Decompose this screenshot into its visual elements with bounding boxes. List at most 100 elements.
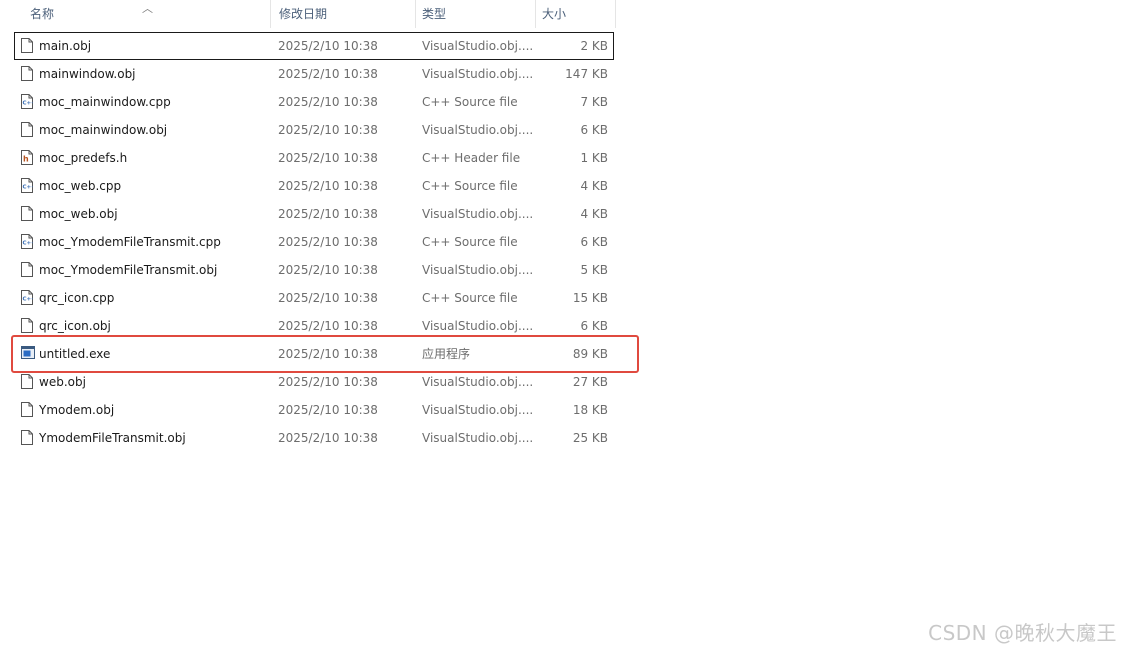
file-row[interactable]: C++ moc_YmodemFileTransmit.cpp 2025/2/10 1…: [14, 228, 614, 256]
file-type: 应用程序: [422, 347, 471, 361]
column-header-date-label: 修改日期: [279, 7, 328, 21]
svg-text:C++: C++: [23, 241, 34, 247]
file-name: YmodemFileTransmit.obj: [39, 431, 186, 445]
file-modified-date: 2025/2/10 10:38: [278, 123, 378, 137]
blank-file-icon: [21, 262, 33, 277]
blank-file-icon: [21, 318, 33, 333]
file-size: 2 KB: [580, 39, 608, 53]
cpp-file-icon: C++: [21, 234, 33, 249]
file-modified-date: 2025/2/10 10:38: [278, 95, 378, 109]
svg-text:C++: C++: [23, 297, 34, 303]
file-size: 7 KB: [580, 95, 608, 109]
file-type: VisualStudio.obj....: [422, 403, 534, 417]
file-name: moc_mainwindow.obj: [39, 123, 168, 137]
file-modified-date: 2025/2/10 10:38: [278, 39, 378, 53]
file-name: moc_YmodemFileTransmit.cpp: [39, 235, 221, 249]
file-size: 6 KB: [580, 319, 608, 333]
file-size: 89 KB: [572, 347, 608, 361]
exe-file-icon: [21, 346, 35, 361]
file-name: moc_YmodemFileTransmit.obj: [39, 263, 218, 277]
column-header-bar: 名称 ︿ 修改日期 类型 大小: [0, 0, 616, 28]
file-row[interactable]: C++ qrc_icon.cpp 2025/2/10 10:38 C++ Source…: [14, 284, 614, 312]
file-size: 5 KB: [580, 263, 608, 277]
file-name: Ymodem.obj: [39, 403, 115, 417]
file-type: VisualStudio.obj....: [422, 123, 534, 137]
file-size: 4 KB: [580, 207, 608, 221]
file-row[interactable]: untitled.exe 2025/2/10 10:38 应用程序 89 KB: [14, 340, 614, 368]
blank-file-icon: [21, 122, 33, 137]
file-size: 15 KB: [572, 291, 608, 305]
file-name: moc_web.cpp: [39, 179, 122, 193]
file-row[interactable]: moc_web.obj 2025/2/10 10:38 VisualStudio.o…: [14, 200, 614, 228]
cpp-file-icon: C++: [21, 94, 33, 109]
file-row[interactable]: Ymodem.obj 2025/2/10 10:38 VisualStudio.ob…: [14, 396, 614, 424]
file-row[interactable]: C++ moc_mainwindow.cpp 2025/2/10 10:38 C++ …: [14, 88, 614, 116]
file-modified-date: 2025/2/10 10:38: [278, 207, 378, 221]
file-size: 6 KB: [580, 123, 608, 137]
header-file-icon: h: [21, 150, 33, 165]
file-type: VisualStudio.obj....: [422, 39, 534, 53]
file-modified-date: 2025/2/10 10:38: [278, 347, 378, 361]
column-header-type-label: 类型: [422, 7, 447, 21]
file-modified-date: 2025/2/10 10:38: [278, 431, 378, 445]
file-type: C++ Source file: [422, 291, 518, 305]
svg-text:h: h: [23, 155, 29, 164]
file-modified-date: 2025/2/10 10:38: [278, 263, 378, 277]
file-modified-date: 2025/2/10 10:38: [278, 151, 378, 165]
file-row[interactable]: moc_mainwindow.obj 2025/2/10 10:38 VisualS…: [14, 116, 614, 144]
file-row[interactable]: YmodemFileTransmit.obj 2025/2/10 10:38 Vis…: [14, 424, 614, 452]
column-header-size[interactable]: 大小: [535, 0, 616, 28]
file-modified-date: 2025/2/10 10:38: [278, 375, 378, 389]
file-type: VisualStudio.obj....: [422, 263, 534, 277]
blank-file-icon: [21, 430, 33, 445]
sort-ascending-icon: ︿: [142, 2, 153, 15]
file-name: untitled.exe: [39, 347, 111, 361]
file-modified-date: 2025/2/10 10:38: [278, 235, 378, 249]
column-header-name-label: 名称: [30, 7, 55, 21]
svg-text:C++: C++: [23, 185, 34, 191]
file-modified-date: 2025/2/10 10:38: [278, 291, 378, 305]
file-name: qrc_icon.cpp: [39, 291, 115, 305]
file-row[interactable]: mainwindow.obj 2025/2/10 10:38 VisualStudi…: [14, 60, 614, 88]
file-size: 1 KB: [580, 151, 608, 165]
file-row[interactable]: web.obj 2025/2/10 10:38 VisualStudio.obj..…: [14, 368, 614, 396]
file-name: web.obj: [39, 375, 86, 389]
column-header-name[interactable]: 名称 ︿: [0, 0, 270, 28]
file-row[interactable]: h moc_predefs.h 2025/2/10 10:38 C++ Header …: [14, 144, 614, 172]
blank-file-icon: [21, 38, 33, 53]
file-type: VisualStudio.obj....: [422, 431, 534, 445]
file-row[interactable]: C++ moc_web.cpp 2025/2/10 10:38 C++ Source …: [14, 172, 614, 200]
blank-file-icon: [21, 206, 33, 221]
file-modified-date: 2025/2/10 10:38: [278, 319, 378, 333]
svg-text:C++: C++: [23, 101, 34, 107]
file-type: C++ Header file: [422, 151, 521, 165]
file-size: 18 KB: [572, 403, 608, 417]
file-type: C++ Source file: [422, 95, 518, 109]
file-name: moc_predefs.h: [39, 151, 128, 165]
file-row[interactable]: qrc_icon.obj 2025/2/10 10:38 VisualStudio.…: [14, 312, 614, 340]
blank-file-icon: [21, 402, 33, 417]
file-name: moc_mainwindow.cpp: [39, 95, 171, 109]
file-type: C++ Source file: [422, 179, 518, 193]
file-modified-date: 2025/2/10 10:38: [278, 403, 378, 417]
file-name: qrc_icon.obj: [39, 319, 111, 333]
file-size: 25 KB: [572, 431, 608, 445]
file-row[interactable]: main.obj 2025/2/10 10:38 VisualStudio.obj.…: [14, 32, 614, 60]
column-header-size-label: 大小: [542, 7, 567, 21]
column-header-type[interactable]: 类型: [415, 0, 535, 28]
file-row[interactable]: moc_YmodemFileTransmit.obj 2025/2/10 10:3…: [14, 256, 614, 284]
cpp-file-icon: C++: [21, 178, 33, 193]
file-name: main.obj: [39, 39, 92, 53]
file-size: 4 KB: [580, 179, 608, 193]
file-size: 6 KB: [580, 235, 608, 249]
file-modified-date: 2025/2/10 10:38: [278, 67, 378, 81]
column-header-date[interactable]: 修改日期: [270, 0, 415, 28]
file-size: 147 KB: [565, 67, 608, 81]
file-type: C++ Source file: [422, 235, 518, 249]
blank-file-icon: [21, 66, 33, 81]
file-size: 27 KB: [572, 375, 608, 389]
file-name: moc_web.obj: [39, 207, 118, 221]
file-name: mainwindow.obj: [39, 67, 136, 81]
file-type: VisualStudio.obj....: [422, 319, 534, 333]
watermark-text: CSDN @晚秋大魔王: [928, 621, 1117, 645]
